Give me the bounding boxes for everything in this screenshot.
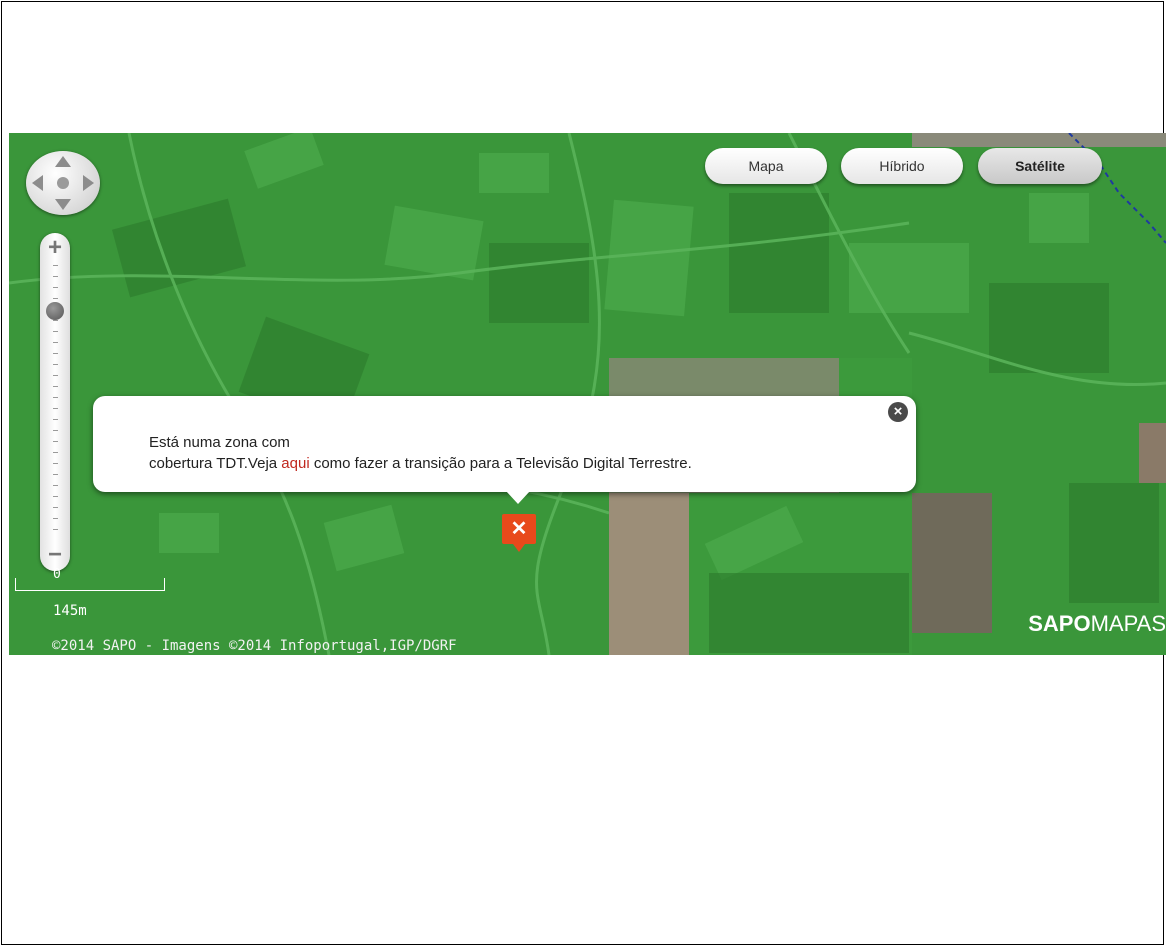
- tdt-marker-icon[interactable]: ✕: [502, 514, 536, 552]
- zoom-out-button[interactable]: −: [40, 541, 70, 569]
- close-icon[interactable]: ×: [888, 402, 908, 422]
- zoom-slider[interactable]: + −: [40, 233, 70, 571]
- zoom-slider-handle[interactable]: [46, 301, 64, 320]
- map-viewport[interactable]: + − 0 145m ©2014 SAPO - Imagens ©2014 In…: [9, 133, 1166, 655]
- info-line-2-start: cobertura TDT.Veja: [149, 455, 282, 472]
- info-bubble-text: Está numa zona com cobertura TDT.Veja aq…: [149, 432, 692, 474]
- pan-control[interactable]: [26, 151, 100, 215]
- pan-down-icon[interactable]: [55, 199, 71, 210]
- map-attribution: ©2014 SAPO - Imagens ©2014 Infoportugal,…: [52, 638, 457, 654]
- sapo-mapas-logo: SAPOMAPAS: [1028, 611, 1166, 636]
- zoom-in-button[interactable]: +: [40, 234, 70, 262]
- info-bubble: Está numa zona com cobertura TDT.Veja aq…: [93, 396, 916, 504]
- scale-label: 145m: [53, 603, 87, 619]
- satellite-imagery: [9, 133, 1166, 655]
- info-line-1: Está numa zona com: [149, 434, 290, 451]
- scale-zero-label: 0: [53, 567, 61, 582]
- map-type-mapa-button[interactable]: Mapa: [705, 148, 827, 184]
- tdt-info-link[interactable]: aqui: [281, 455, 309, 472]
- pan-up-icon[interactable]: [55, 156, 71, 167]
- info-line-2-end: como fazer a transição para a Televisão …: [309, 455, 692, 472]
- pan-right-icon[interactable]: [83, 175, 94, 191]
- pan-center-icon[interactable]: [57, 177, 69, 189]
- scale-bar: [15, 578, 165, 591]
- map-type-satelite-button[interactable]: Satélite: [978, 148, 1102, 184]
- pan-left-icon[interactable]: [32, 175, 43, 191]
- map-type-hibrido-button[interactable]: Híbrido: [841, 148, 963, 184]
